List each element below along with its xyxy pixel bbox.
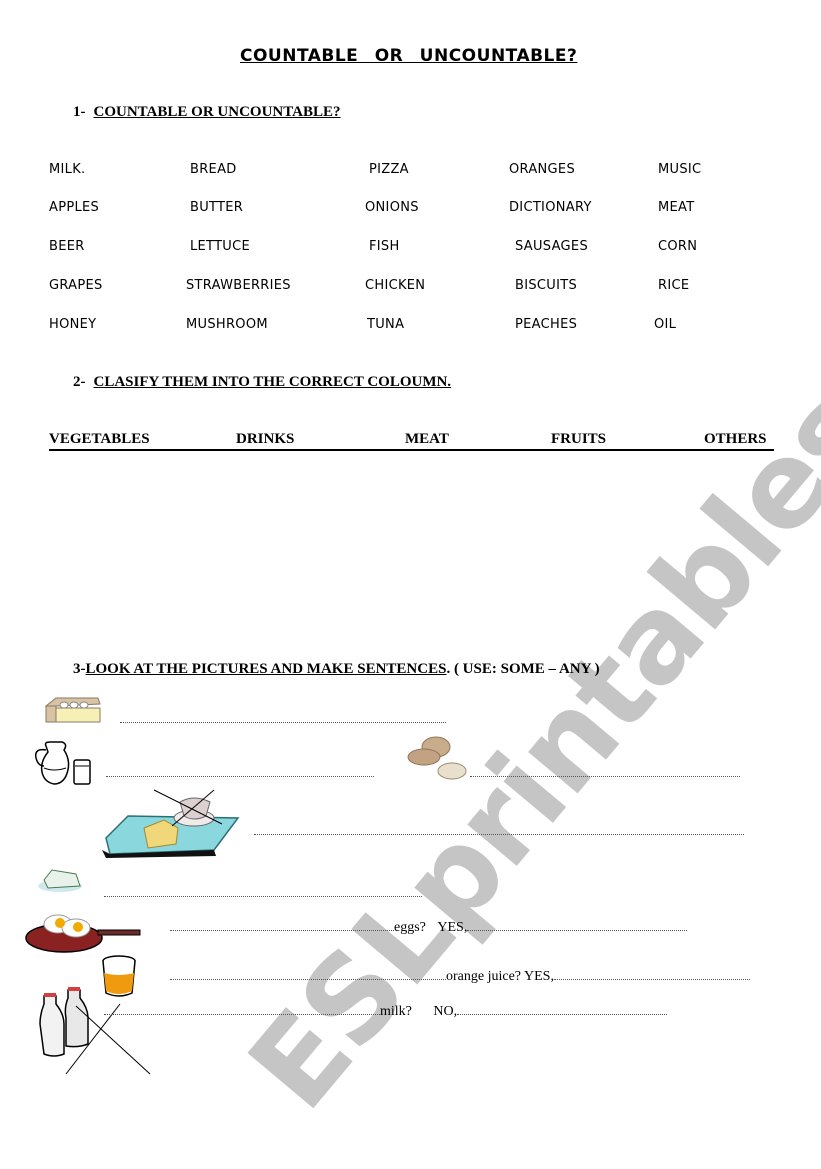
vocab-word: PIZZA bbox=[369, 162, 409, 177]
vocab-word: CORN bbox=[658, 239, 698, 254]
vocab-word: STRAWBERRIES bbox=[186, 278, 291, 293]
section1-heading: 1- COUNTABLE OR UNCOUNTABLE? bbox=[73, 104, 340, 121]
answer-line-oj-question[interactable] bbox=[170, 979, 446, 980]
section3-title: LOOK AT THE PICTURES AND MAKE SENTENCES bbox=[85, 661, 447, 677]
tray-with-crossed-cup-icon bbox=[102, 789, 240, 858]
sentence-orange-juice: orange juice? YES, bbox=[170, 969, 750, 985]
column-header-others: OTHERS bbox=[704, 431, 767, 447]
vocab-word: GRAPES bbox=[49, 278, 103, 293]
vocab-word: DICTIONARY bbox=[509, 200, 592, 215]
section3-heading: 3-LOOK AT THE PICTURES AND MAKE SENTENCE… bbox=[73, 661, 600, 678]
vocab-word: BEER bbox=[49, 239, 85, 254]
vocab-word: MUSHROOM bbox=[186, 317, 268, 332]
section3-number: 3- bbox=[73, 661, 86, 677]
column-header-vegetables: VEGETABLES bbox=[49, 431, 150, 447]
vocab-word: APPLES bbox=[49, 200, 100, 215]
section2-heading: 2- CLASIFY THEM INTO THE CORRECT COLOUMN. bbox=[73, 374, 451, 391]
vocab-word: BREAD bbox=[190, 162, 237, 177]
column-header-meat: MEAT bbox=[405, 431, 449, 447]
vocab-word: HONEY bbox=[49, 317, 97, 332]
sentence-eggs: eggs? YES, bbox=[170, 920, 688, 936]
answer-line-1[interactable] bbox=[120, 722, 446, 723]
vocab-word: OIL bbox=[654, 317, 677, 332]
page-title: COUNTABLE OR UNCOUNTABLE? bbox=[240, 46, 578, 66]
prompt-eggs: eggs? bbox=[394, 920, 426, 935]
potatoes-icon bbox=[407, 736, 467, 780]
prompt-eggs-answer: YES, bbox=[437, 920, 468, 935]
vocab-word: MUSIC bbox=[658, 162, 702, 177]
vocab-word: LETTUCE bbox=[190, 239, 251, 254]
section1-number: 1- bbox=[73, 104, 86, 120]
vocab-word: ONIONS bbox=[365, 200, 419, 215]
answer-line-5[interactable] bbox=[104, 896, 422, 897]
egg-carton-icon bbox=[44, 697, 101, 723]
prompt-orange-juice: orange juice? bbox=[446, 969, 522, 984]
answer-line-3[interactable] bbox=[470, 776, 740, 777]
answer-line-eggs-answer[interactable] bbox=[467, 930, 688, 931]
prompt-milk: milk? bbox=[380, 1004, 412, 1019]
column-header-rule bbox=[49, 449, 774, 451]
crossed-milk-bottles-icon bbox=[39, 987, 151, 1075]
answer-line-2[interactable] bbox=[106, 776, 374, 777]
section1-title: COUNTABLE OR UNCOUNTABLE? bbox=[93, 104, 341, 120]
column-header-fruits: FRUITS bbox=[551, 431, 607, 447]
column-header-drinks: DRINKS bbox=[236, 431, 295, 447]
vocab-word: PEACHES bbox=[515, 317, 578, 332]
vocab-word: FISH bbox=[369, 239, 400, 254]
section3-hint: . ( USE: SOME – ANY ) bbox=[446, 661, 600, 677]
vocab-word: CHICKEN bbox=[365, 278, 426, 293]
sentence-milk: milk? NO, bbox=[104, 1004, 668, 1020]
vocab-word: ORANGES bbox=[509, 162, 575, 177]
vocab-word: MEAT bbox=[658, 200, 695, 215]
prompt-orange-juice-answer: YES, bbox=[524, 969, 554, 984]
section2-number: 2- bbox=[73, 374, 86, 390]
prompt-milk-answer: NO, bbox=[433, 1004, 458, 1019]
vocab-word: SAUSAGES bbox=[515, 239, 588, 254]
vocab-word: BUTTER bbox=[190, 200, 244, 215]
vocab-word: TUNA bbox=[367, 317, 405, 332]
answer-line-4[interactable] bbox=[254, 834, 744, 835]
answer-line-oj-answer[interactable] bbox=[553, 979, 750, 980]
answer-line-eggs-question[interactable] bbox=[170, 930, 394, 931]
soap-bar-icon bbox=[38, 869, 82, 892]
vocab-word: MILK. bbox=[49, 162, 86, 177]
section2-title: CLASIFY THEM INTO THE CORRECT COLOUMN. bbox=[93, 374, 452, 390]
vocab-word: BISCUITS bbox=[515, 278, 578, 293]
answer-line-milk-answer[interactable] bbox=[457, 1014, 668, 1015]
vocab-word: RICE bbox=[658, 278, 690, 293]
milk-jug-icon bbox=[34, 741, 91, 785]
fried-eggs-pan-icon bbox=[25, 914, 141, 953]
answer-line-milk-question[interactable] bbox=[104, 1014, 380, 1015]
